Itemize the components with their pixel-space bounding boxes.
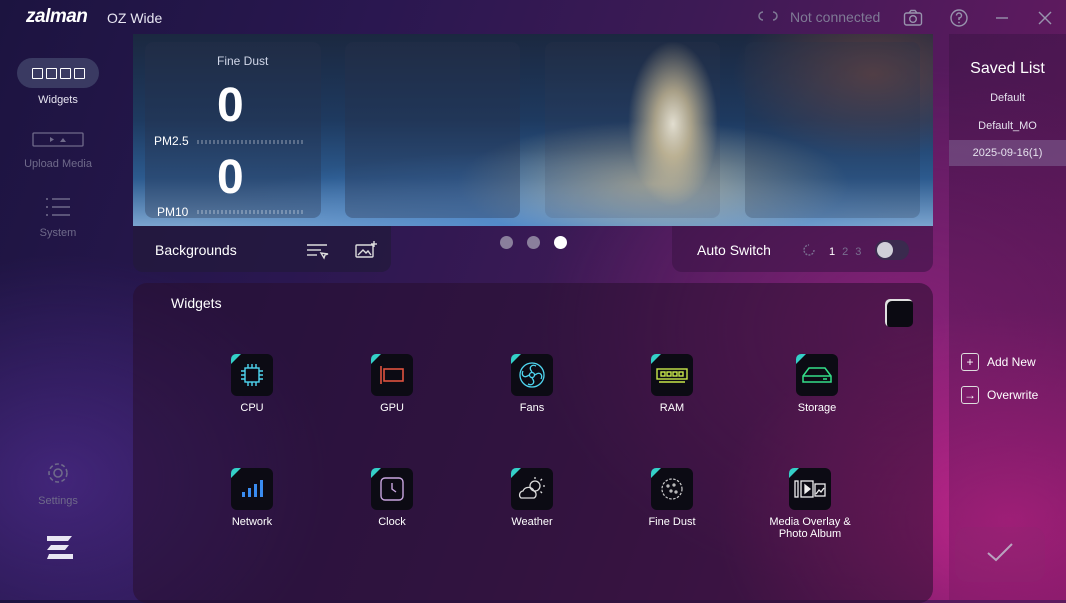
backgrounds-label: Backgrounds [155, 242, 237, 258]
weather-icon [511, 468, 553, 510]
fan-icon [511, 354, 553, 396]
screenshot-icon[interactable] [902, 7, 926, 29]
list-icon [44, 196, 72, 221]
help-icon[interactable] [947, 7, 971, 29]
edit-background-icon[interactable] [305, 240, 329, 265]
ram-icon [651, 354, 693, 396]
step-2[interactable]: 2 [842, 246, 848, 258]
fine-dust-icon [651, 468, 693, 510]
storage-icon [796, 354, 838, 396]
apply-button[interactable] [955, 527, 1045, 582]
minimize-icon[interactable] [990, 7, 1014, 29]
saved-item[interactable]: Default [949, 85, 1066, 111]
widget-gpu[interactable]: GPU [332, 354, 452, 414]
widget-ram[interactable]: RAM [612, 354, 732, 414]
pm25-bar [197, 140, 303, 144]
widget-clock[interactable]: Clock [332, 468, 452, 528]
refresh-icon [801, 242, 817, 263]
nav-system-label: System [39, 227, 77, 239]
empty-slot-1[interactable] [345, 42, 520, 218]
zalman-logo: zalman [26, 6, 88, 27]
pm25-value: 0 [217, 79, 244, 132]
connection-status-text: Not connected [790, 9, 881, 25]
nav-upload-media-label: Upload Media [24, 158, 92, 170]
widget-fans[interactable]: Fans [472, 354, 592, 414]
widget-gpu-label: GPU [380, 402, 404, 414]
nav-settings[interactable]: Settings [14, 460, 102, 507]
widget-cpu-label: CPU [240, 402, 264, 414]
overwrite-label: Overwrite [987, 388, 1039, 402]
zalman-z-logo [45, 532, 75, 567]
saved-item-selected[interactable]: 2025-09-16(1) [949, 140, 1066, 166]
pm10-bar [197, 210, 303, 214]
cpu-icon [231, 354, 273, 396]
widgets-panel: Widgets CPU GPU Fans RAM Storage Network… [133, 283, 933, 603]
saved-list-title: Saved List [970, 60, 1045, 77]
page-indicator [500, 236, 567, 249]
step-3[interactable]: 3 [855, 246, 861, 258]
auto-switch-toggle[interactable] [875, 240, 909, 260]
app-title: OZ Wide [107, 10, 163, 26]
pm25-label: PM2.5 [154, 134, 189, 148]
saved-list-panel: Saved List Default Default_MO 2025-09-16… [949, 34, 1066, 600]
toggle-view-button[interactable] [885, 299, 913, 327]
network-icon [231, 468, 273, 510]
widgets-panel-title: Widgets [171, 295, 222, 311]
widget-cpu[interactable]: CPU [192, 354, 312, 414]
widget-ram-label: RAM [659, 402, 685, 414]
auto-switch-label: Auto Switch [697, 242, 771, 258]
add-new-button[interactable]: + Add New [961, 353, 1036, 371]
widget-media-overlay[interactable]: Media Overlay & Photo Album [750, 468, 870, 540]
nav-upload-media[interactable]: Upload Media [14, 131, 102, 170]
fine-dust-title: Fine Dust [217, 54, 269, 68]
widget-weather[interactable]: Weather [472, 468, 592, 528]
link-icon [756, 9, 782, 25]
saved-item[interactable]: Default_MO [949, 113, 1066, 139]
nav-widgets[interactable]: Widgets [14, 58, 102, 106]
widget-fine-dust[interactable]: Fine Dust [612, 468, 732, 528]
upload-media-icon [32, 131, 84, 152]
empty-slot-2[interactable] [545, 42, 720, 218]
widget-fans-label: Fans [519, 402, 545, 414]
nav-settings-label: Settings [38, 495, 78, 507]
widget-preview-canvas[interactable]: Fine Dust 0 PM2.5 0 PM10 [133, 34, 933, 226]
step-1[interactable]: 1 [829, 246, 835, 258]
nav-system[interactable]: System [14, 196, 102, 239]
auto-switch-bar: Auto Switch 1 2 3 [672, 226, 933, 272]
page-dot-2[interactable] [527, 236, 540, 249]
overwrite-icon: → [961, 386, 979, 404]
pm10-value: 0 [217, 151, 244, 204]
overwrite-button[interactable]: → Overwrite [961, 386, 1038, 404]
widget-network[interactable]: Network [192, 468, 312, 528]
page-dot-3[interactable] [554, 236, 567, 249]
pm10-label: PM10 [157, 205, 189, 219]
close-icon[interactable] [1033, 7, 1057, 29]
widget-clock-label: Clock [378, 516, 406, 528]
switch-steps: 1 2 3 [829, 246, 861, 258]
backgrounds-bar: Backgrounds [133, 226, 391, 272]
plus-icon: + [961, 353, 979, 371]
widget-network-label: Network [231, 516, 273, 528]
gpu-icon [371, 354, 413, 396]
widgets-icon [17, 58, 99, 88]
gear-icon [45, 460, 71, 489]
page-dot-1[interactable] [500, 236, 513, 249]
nav-widgets-label: Widgets [38, 94, 78, 106]
widget-fine-dust-label: Fine Dust [648, 516, 696, 528]
empty-slot-3[interactable] [745, 42, 920, 218]
widget-storage[interactable]: Storage [757, 354, 877, 414]
add-image-icon[interactable] [354, 240, 378, 265]
add-new-label: Add New [987, 355, 1036, 369]
media-icon [789, 468, 831, 510]
clock-icon [371, 468, 413, 510]
fine-dust-widget[interactable]: Fine Dust 0 PM2.5 0 PM10 [145, 42, 321, 219]
widget-media-overlay-label: Media Overlay & Photo Album [769, 516, 851, 540]
widget-storage-label: Storage [797, 402, 837, 414]
widget-weather-label: Weather [511, 516, 553, 528]
check-icon [985, 539, 1015, 570]
connection-status: Not connected [756, 9, 880, 25]
